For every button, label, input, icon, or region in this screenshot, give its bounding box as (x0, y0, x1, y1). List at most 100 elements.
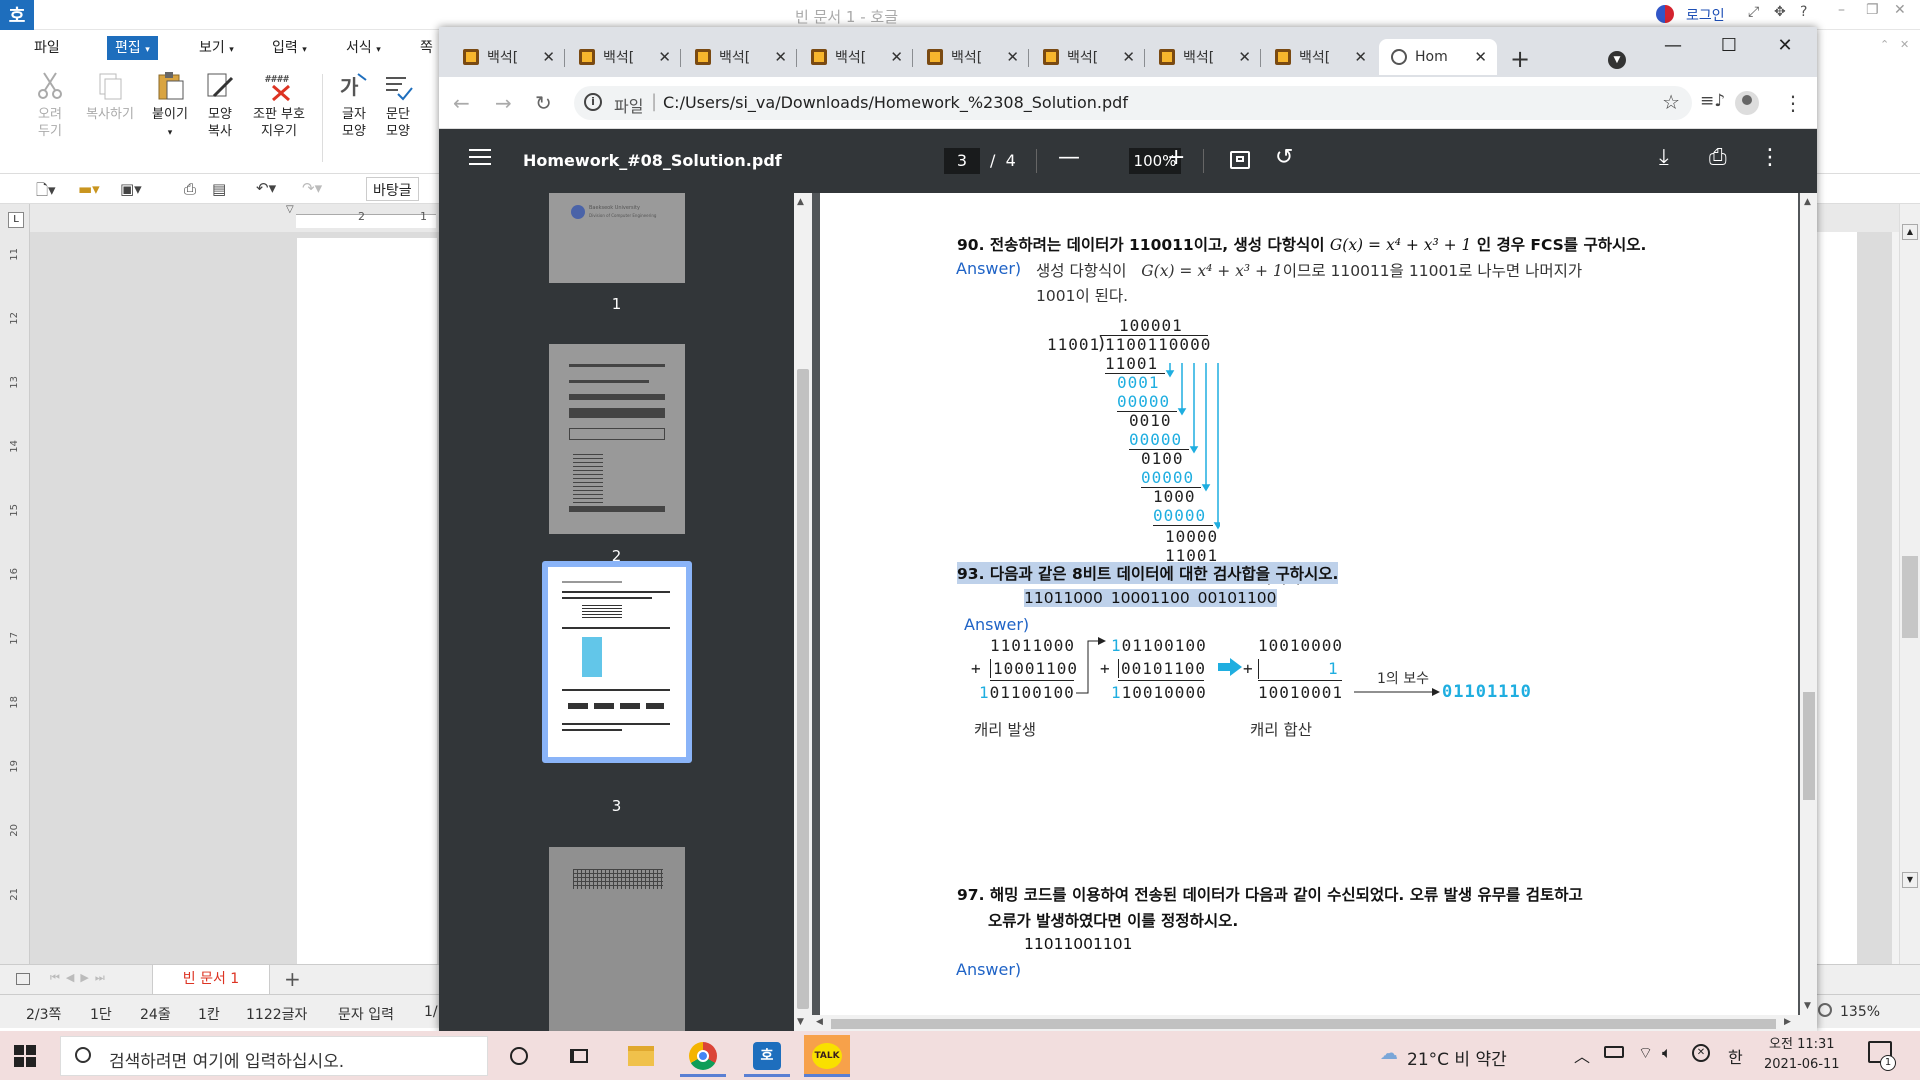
help-icon[interactable]: ? (1800, 4, 1807, 20)
browser-tab[interactable]: 백석[✕ (1147, 39, 1261, 75)
system-clock[interactable]: 오전 11:31 2021-06-11 (1764, 1035, 1840, 1075)
ime-indicator[interactable]: 한 (1728, 1044, 1743, 1068)
browser-tab[interactable]: 백석[✕ (799, 39, 913, 75)
info-icon[interactable]: i (584, 93, 602, 111)
scroll-up-icon[interactable]: ▲ (1804, 197, 1811, 207)
copy-button[interactable]: 복사하기 (80, 70, 140, 123)
address-bar[interactable]: i 파일 | C:/Users/si_va/Downloads/Homework… (574, 86, 1692, 120)
menu-page[interactable]: 쪽 (420, 36, 433, 60)
thumbnail-page-2[interactable] (549, 344, 685, 534)
fullscreen-icon[interactable]: ⤢ (1748, 4, 1759, 20)
close-icon[interactable]: ✕ (1354, 48, 1367, 66)
browser-tab[interactable]: 백석[✕ (451, 39, 565, 75)
undo-icon[interactable]: ↶▾ (256, 179, 276, 197)
explorer-icon[interactable] (618, 1035, 664, 1077)
ribbon-collapse-icon[interactable]: ⌃ (1880, 38, 1889, 51)
doc-tab-active[interactable]: 빈 문서 1 (152, 965, 270, 995)
pdf-vertical-scrollbar[interactable]: ▲ ▼ (1800, 193, 1817, 1031)
fit-page-icon[interactable] (1230, 151, 1250, 169)
scrollbar-thumb[interactable] (1902, 556, 1918, 638)
format-painter-button[interactable]: 모양 복사 (194, 70, 246, 140)
download-icon[interactable]: ⤓ (1659, 145, 1669, 170)
reload-icon[interactable]: ↻ (535, 91, 552, 115)
ribbon-close-icon[interactable]: ✕ (1900, 38, 1909, 51)
browser-tab[interactable]: 백석[✕ (1263, 39, 1377, 75)
close-icon[interactable]: ✕ (1238, 48, 1251, 66)
hangul-icon[interactable]: 호 (744, 1035, 790, 1077)
ruler-indent-marker[interactable]: ▽ (286, 204, 294, 215)
new-tab-icon[interactable]: + (1510, 45, 1530, 73)
zoom-icon[interactable] (1818, 1003, 1832, 1017)
browser-tab-active[interactable]: Hom ✕ (1379, 39, 1497, 75)
mic-muted-icon[interactable]: ✕ (1692, 1044, 1710, 1062)
remove-codes-button[interactable]: #### 조판 부호 지우기 (248, 70, 310, 140)
hangul-page-right[interactable] (1815, 232, 1857, 964)
url-text[interactable]: C:/Users/si_va/Downloads/Homework_%2308_… (663, 93, 1128, 112)
sidebar-scrollbar-thumb[interactable] (797, 369, 809, 1009)
char-shape-button[interactable]: 가 글자 모양 (330, 70, 378, 140)
page-number-input[interactable]: 3 (944, 148, 980, 174)
hamburger-menu-icon[interactable] (469, 149, 491, 169)
scroll-up-icon[interactable]: ▲ (797, 197, 804, 207)
open-folder-icon[interactable]: ▬▾ (78, 180, 100, 198)
para-shape-button[interactable]: 문단 모양 (374, 70, 422, 140)
close-icon[interactable]: ✕ (658, 48, 671, 66)
thumbnail-page-3-selected[interactable] (542, 561, 692, 763)
wifi-icon[interactable]: ⌔ (1638, 1043, 1653, 1063)
tab-search-icon[interactable]: ▼ (1608, 51, 1626, 69)
close-icon[interactable]: ✕ (774, 48, 787, 66)
print-icon[interactable]: ⎙ (184, 180, 196, 198)
reading-list-icon[interactable]: ≡♪ (1700, 91, 1725, 111)
scroll-right-icon[interactable]: ▶ (1784, 1017, 1791, 1027)
redo-icon[interactable]: ↷▾ (302, 179, 322, 197)
menu-view[interactable]: 보기 ▾ (199, 36, 234, 60)
preview-icon[interactable]: ▤ (212, 180, 226, 198)
chrome-icon[interactable] (680, 1035, 726, 1077)
tab-nav-arrows-icon[interactable]: ⏮◀▶⏭ (50, 971, 111, 985)
menu-file[interactable]: 파일 (34, 36, 60, 60)
pdf-viewer[interactable]: 90. 전송하려는 데이터가 110011이고, 생성 다항식이 G(x) = … (812, 193, 1817, 1031)
chevron-up-icon[interactable]: ︿ (1574, 1043, 1590, 1067)
close-window-icon[interactable]: ✕ (1765, 35, 1805, 56)
add-tab-icon[interactable]: + (284, 967, 301, 991)
thumbnail-page-1[interactable]: Baekseok University Division of Computer… (549, 193, 685, 283)
minimize-icon[interactable]: — (1653, 35, 1693, 56)
task-view-icon[interactable] (556, 1035, 602, 1077)
menu-insert[interactable]: 입력 ▾ (272, 36, 307, 60)
scroll-down-icon[interactable]: ▼ (797, 1017, 804, 1027)
browser-tab[interactable]: 백석[✕ (683, 39, 797, 75)
save-icon[interactable]: ▣▾ (120, 180, 142, 198)
browser-tab[interactable]: 백석[✕ (567, 39, 681, 75)
taskbar-search-box[interactable]: 검색하려면 여기에 입력하십시오. (60, 1036, 488, 1076)
pdf-scrollbar-thumb[interactable] (1803, 692, 1815, 800)
close-icon[interactable]: ✕ (1122, 48, 1135, 66)
more-vert-icon[interactable]: ⋮ (1783, 91, 1803, 115)
zoom-out-icon[interactable]: — (1058, 145, 1080, 170)
hangul-logo[interactable]: 호 (0, 0, 34, 30)
login-link[interactable]: 로그인 (1686, 5, 1725, 25)
status-page[interactable]: 2/3쪽 (26, 1004, 61, 1024)
ruler-corner-icon[interactable]: L (8, 212, 24, 228)
menu-edit[interactable]: 편집 ▾ (107, 36, 158, 60)
cortana-icon[interactable] (496, 1035, 542, 1077)
close-icon[interactable]: ✕ (1894, 2, 1906, 18)
scroll-left-icon[interactable]: ◀ (816, 1017, 823, 1027)
scroll-down-icon[interactable]: ▼ (1902, 872, 1918, 888)
browser-tab[interactable]: 백석[✕ (915, 39, 1029, 75)
print-icon[interactable]: ⎙ (1709, 145, 1727, 170)
bookmark-star-icon[interactable]: ☆ (1662, 90, 1680, 114)
minimize-icon[interactable]: – (1838, 2, 1845, 18)
volume-icon[interactable]: 🔈︎ (1662, 1043, 1672, 1063)
battery-icon[interactable] (1604, 1046, 1624, 1058)
close-icon[interactable]: ✕ (890, 48, 903, 66)
pdf-hscrollbar-thumb[interactable] (831, 1019, 1776, 1029)
rotate-icon[interactable]: ↺ (1275, 145, 1293, 170)
weather-widget[interactable]: 21°C 비 약간 (1407, 1045, 1507, 1070)
page-view-icon[interactable] (16, 973, 30, 985)
close-icon[interactable]: ✕ (1474, 48, 1487, 66)
scroll-down-icon[interactable]: ▼ (1804, 1001, 1811, 1011)
status-input-mode[interactable]: 문자 입력 (338, 1004, 394, 1024)
zoom-in-icon[interactable]: + (1167, 145, 1185, 170)
more-vert-icon[interactable]: ⋮ (1759, 145, 1781, 170)
menu-format[interactable]: 서식 ▾ (346, 36, 381, 60)
